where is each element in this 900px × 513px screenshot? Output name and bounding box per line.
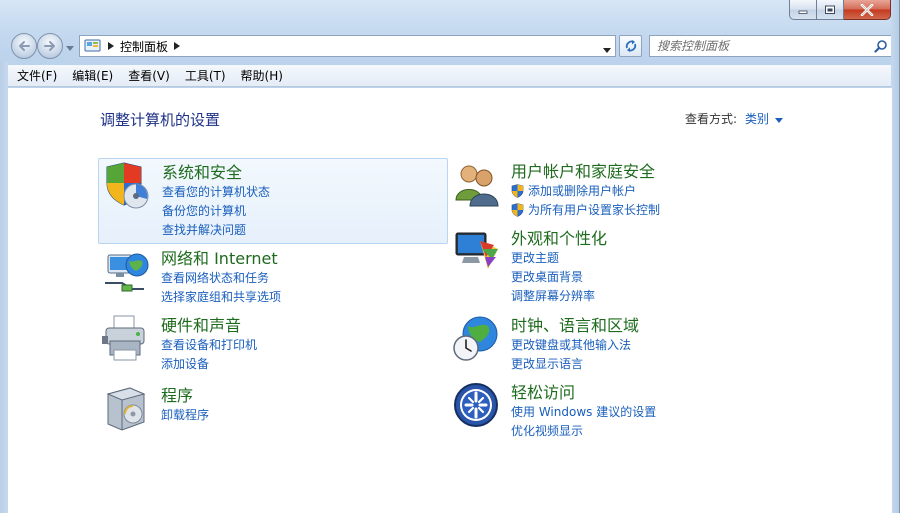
menu-file[interactable]: 文件(F) [8, 65, 63, 87]
refresh-icon [625, 40, 636, 52]
chevron-down-icon [66, 46, 74, 51]
search-box [649, 35, 892, 57]
link-view-computer-status[interactable]: 查看您的计算机状态 [162, 182, 270, 201]
maximize-icon [825, 5, 835, 14]
category-links: 使用 Windows 建议的设置 优化视频显示 [511, 402, 656, 440]
link-troubleshoot[interactable]: 查找并解决问题 [162, 220, 270, 239]
link-change-input-method[interactable]: 更改键盘或其他输入法 [511, 335, 631, 354]
uac-shield-icon [511, 183, 524, 198]
back-button[interactable] [11, 33, 37, 59]
link-text[interactable]: 为所有用户设置家长控制 [528, 201, 660, 218]
window-frame: 控制面板 搜索控制面板 文件(F) 编辑(E) 查看(V) 工具(T) 帮助(H… [0, 0, 900, 513]
link-devices-printers[interactable]: 查看设备和打印机 [161, 335, 257, 354]
breadcrumb-separator-icon[interactable] [174, 39, 181, 53]
category-links: 查看您的计算机状态 备份您的计算机 查找并解决问题 [162, 182, 270, 239]
link-text[interactable]: 添加或删除用户帐户 [528, 182, 636, 199]
link-optimize-visual-display[interactable]: 优化视频显示 [511, 421, 656, 440]
search-input[interactable] [657, 37, 871, 55]
close-button[interactable] [844, 0, 891, 20]
breadcrumb-control-panel[interactable]: 控制面板 [120, 38, 168, 55]
programs-box-icon [102, 384, 152, 434]
menu-view[interactable]: 查看(V) [119, 65, 176, 87]
category-title[interactable]: 系统和安全 [162, 159, 242, 183]
window-right-border [891, 0, 899, 513]
category-links: 查看网络状态和任务 选择家庭组和共享选项 [161, 268, 281, 306]
control-panel-content: 调整计算机的设置 查看方式: 类别 系统和安全 查看您的计算机状态 备份您的计算… [8, 88, 892, 513]
category-system-security[interactable]: 系统和安全 查看您的计算机状态 备份您的计算机 查找并解决问题 [98, 158, 448, 244]
window-left-border [0, 62, 8, 513]
printer-hardware-icon [102, 314, 152, 364]
category-links: 更改主题 更改桌面背景 调整屏幕分辨率 [511, 248, 595, 305]
category-title[interactable]: 外观和个性化 [511, 225, 607, 249]
minimize-icon [798, 10, 808, 14]
ease-of-access-icon [452, 381, 502, 431]
view-by-control: 查看方式: 类别 [685, 110, 784, 127]
menu-bar: 文件(F) 编辑(E) 查看(V) 工具(T) 帮助(H) [8, 65, 892, 87]
refresh-button[interactable] [619, 35, 642, 57]
link-change-theme[interactable]: 更改主题 [511, 248, 595, 267]
close-icon [860, 3, 874, 16]
category-links: 更改键盘或其他输入法 更改显示语言 [511, 335, 631, 373]
link-screen-resolution[interactable]: 调整屏幕分辨率 [511, 286, 595, 305]
category-links: 查看设备和打印机 添加设备 [161, 335, 257, 373]
menu-edit[interactable]: 编辑(E) [63, 65, 119, 87]
link-uninstall-program[interactable]: 卸载程序 [161, 405, 209, 424]
recent-pages-dropdown[interactable] [66, 41, 74, 55]
clock-globe-icon [452, 314, 502, 364]
link-change-display-language[interactable]: 更改显示语言 [511, 354, 631, 373]
category-programs[interactable]: 程序 卸载程序 [98, 382, 448, 468]
link-change-background[interactable]: 更改桌面背景 [511, 267, 595, 286]
category-links: 卸载程序 [161, 405, 209, 424]
link-recommended-settings[interactable]: 使用 Windows 建议的设置 [511, 402, 656, 421]
user-accounts-icon [452, 160, 502, 210]
appearance-monitor-icon [452, 227, 502, 277]
link-homegroup-sharing[interactable]: 选择家庭组和共享选项 [161, 287, 281, 306]
category-title[interactable]: 网络和 Internet [161, 245, 278, 269]
link-parental-controls[interactable]: 为所有用户设置家长控制 [511, 200, 660, 219]
view-by-dropdown[interactable]: 类别 [745, 110, 769, 127]
category-title[interactable]: 时钟、语言和区域 [511, 312, 639, 336]
uac-shield-icon [511, 202, 524, 217]
category-ease-of-access[interactable]: 轻松访问 使用 Windows 建议的设置 优化视频显示 [448, 379, 798, 465]
minimize-button[interactable] [789, 0, 817, 20]
control-panel-icon [84, 39, 101, 52]
category-appearance[interactable]: 外观和个性化 更改主题 更改桌面背景 调整屏幕分辨率 [448, 225, 798, 311]
page-title: 调整计算机的设置 [100, 111, 221, 129]
address-history-dropdown[interactable] [603, 43, 611, 57]
breadcrumb-separator-icon[interactable] [108, 39, 114, 53]
link-add-remove-accounts[interactable]: 添加或删除用户帐户 [511, 181, 660, 200]
chevron-down-icon[interactable] [775, 112, 784, 126]
system-security-shield-icon [103, 161, 153, 211]
caption-controls [789, 0, 891, 20]
forward-button[interactable] [37, 33, 63, 59]
category-title[interactable]: 轻松访问 [511, 379, 575, 403]
category-links: 添加或删除用户帐户 为所有用户设置家长控制 [511, 181, 660, 219]
search-button[interactable] [871, 36, 891, 56]
arrow-right-icon [44, 41, 55, 51]
menu-help[interactable]: 帮助(H) [232, 65, 289, 87]
chevron-down-icon [603, 48, 611, 53]
maximize-button[interactable] [817, 0, 844, 20]
category-title[interactable]: 程序 [161, 382, 193, 406]
category-title[interactable]: 硬件和声音 [161, 312, 241, 336]
link-view-network-status[interactable]: 查看网络状态和任务 [161, 268, 281, 287]
address-bar[interactable]: 控制面板 [79, 35, 616, 57]
search-icon [874, 40, 887, 53]
arrow-left-icon [19, 41, 30, 51]
view-by-label: 查看方式: [685, 112, 738, 126]
link-add-device[interactable]: 添加设备 [161, 354, 257, 373]
link-backup-computer[interactable]: 备份您的计算机 [162, 201, 270, 220]
category-title[interactable]: 用户帐户和家庭安全 [511, 158, 655, 182]
network-globe-icon [102, 247, 152, 297]
menu-tools[interactable]: 工具(T) [176, 65, 232, 87]
navigation-bar: 控制面板 [0, 30, 900, 62]
